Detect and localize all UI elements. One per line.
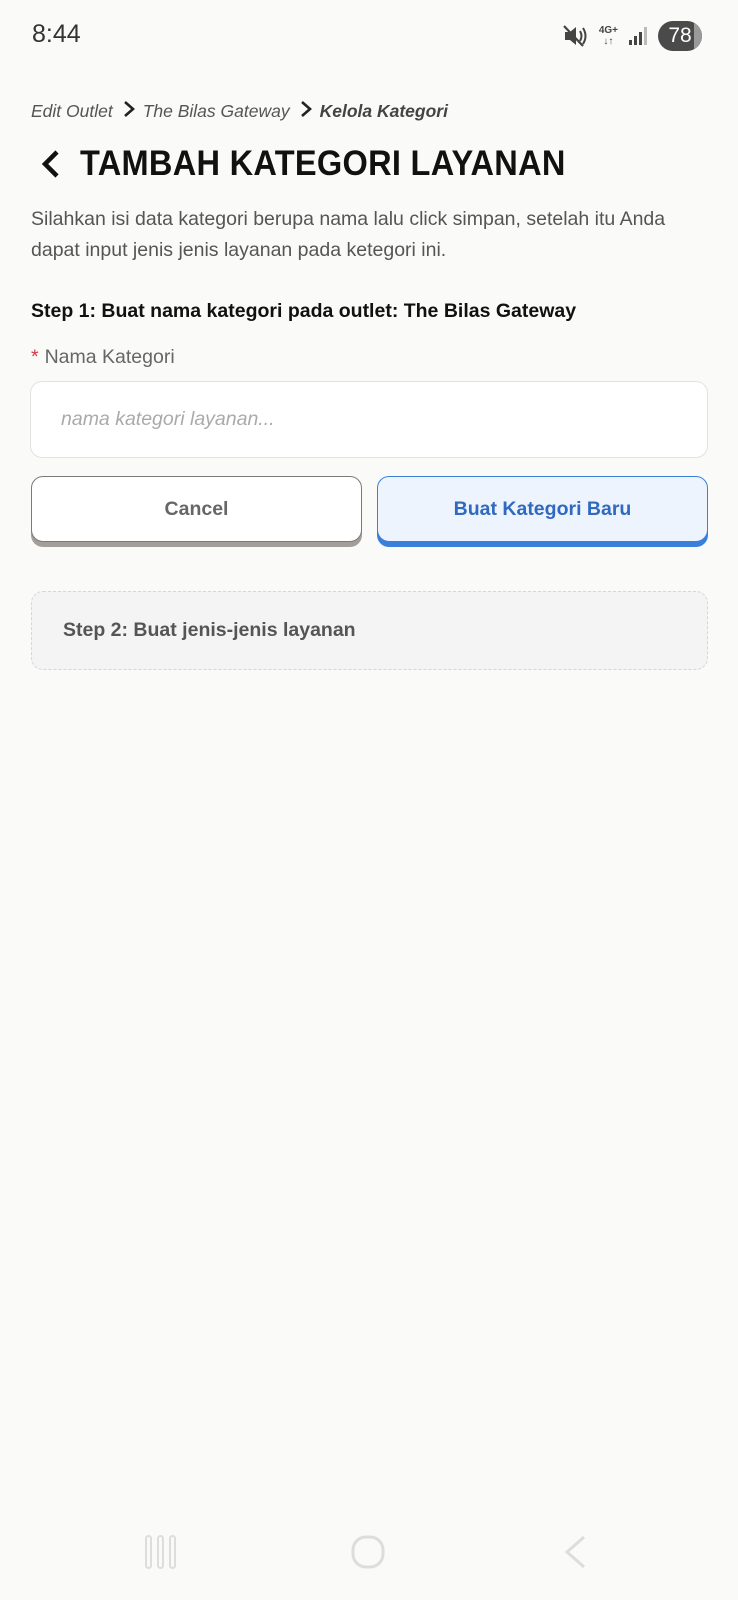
home-icon[interactable] <box>350 1534 386 1575</box>
battery-icon: 78 <box>658 21 702 51</box>
create-category-button[interactable]: Buat Kategori Baru <box>377 476 708 542</box>
step1-label: Step 1: Buat nama kategori pada outlet: <box>31 300 399 322</box>
step2-label: Step 2: Buat jenis-jenis layanan <box>63 619 356 641</box>
step1-outlet-name: The Bilas Gateway <box>403 300 577 322</box>
status-time: 8:44 <box>32 20 81 48</box>
step1-heading: Step 1: Buat nama kategori pada outlet: … <box>31 300 576 323</box>
signal-icon <box>628 26 648 46</box>
status-bar: 8:44 4G+ ↓↑ 78 <box>0 0 738 72</box>
step2-section: Step 2: Buat jenis-jenis layanan <box>31 591 708 670</box>
category-name-label: * Nama Kategori <box>31 346 175 369</box>
network-label: 4G+ <box>598 25 618 36</box>
recent-apps-icon[interactable] <box>144 1534 178 1575</box>
chevron-right-icon <box>123 100 135 123</box>
network-icon: 4G+ ↓↑ <box>599 25 618 47</box>
cancel-button[interactable]: Cancel <box>31 476 362 542</box>
chevron-left-icon <box>41 150 59 178</box>
title-row: TAMBAH KATEGORI LAYANAN <box>40 144 602 184</box>
status-icons: 4G+ ↓↑ 78 <box>563 20 702 52</box>
breadcrumb: Edit Outlet The Bilas Gateway Kelola Kat… <box>31 100 448 123</box>
page-description: Silahkan isi data kategori berupa nama l… <box>31 208 666 261</box>
required-mark: * <box>31 346 39 368</box>
page-title: TAMBAH KATEGORI LAYANAN <box>80 144 566 183</box>
breadcrumb-item-edit-outlet[interactable]: Edit Outlet <box>31 101 113 122</box>
mute-icon <box>563 24 589 48</box>
chevron-right-icon <box>300 100 312 123</box>
nav-bar <box>0 1520 738 1590</box>
category-name-input[interactable] <box>30 381 708 458</box>
back-button[interactable] <box>40 146 70 182</box>
battery-level: 78 <box>668 24 692 47</box>
breadcrumb-item-outlet[interactable]: The Bilas Gateway <box>143 101 290 122</box>
breadcrumb-item-current: Kelola Kategori <box>319 101 448 121</box>
back-nav-icon[interactable] <box>562 1534 588 1575</box>
network-arrows: ↓↑ <box>603 36 614 47</box>
field-label-text: Nama Kategori <box>44 346 175 368</box>
screen: 8:44 4G+ ↓↑ 78 Edit Outlet The Bilas Gat… <box>0 0 738 1600</box>
